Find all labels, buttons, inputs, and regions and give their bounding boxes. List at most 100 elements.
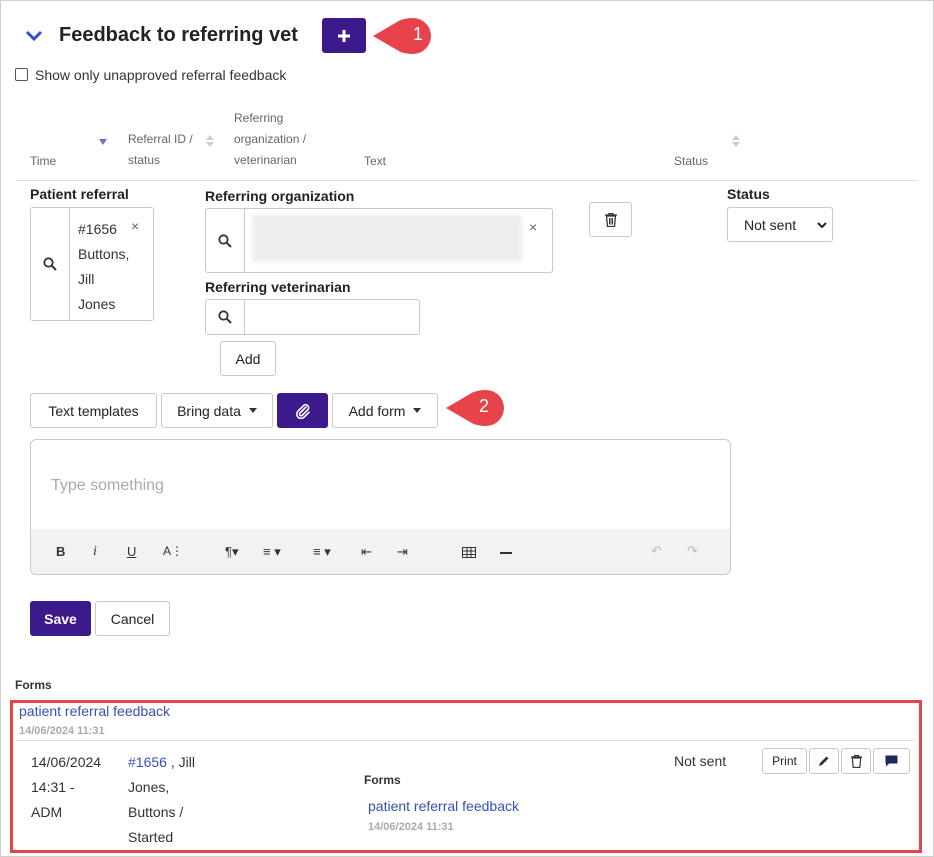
sort-icon[interactable]	[206, 134, 214, 148]
bring-data-button[interactable]: Bring data	[161, 393, 273, 428]
col-referring-org-l2: organization /	[234, 132, 307, 146]
attach-button[interactable]	[277, 393, 328, 428]
ordered-list-icon[interactable]: ≡ ▾	[263, 544, 281, 560]
chevron-down-icon[interactable]	[25, 30, 43, 42]
search-button[interactable]	[206, 300, 245, 334]
referring-vet-label: Referring veterinarian	[205, 279, 351, 295]
col-referral-id-l1: Referral ID /	[128, 132, 193, 146]
referring-vet-field[interactable]	[205, 299, 420, 335]
horizontal-rule-icon[interactable]	[500, 552, 512, 554]
caret-down-icon	[413, 408, 422, 413]
patient-referral-label: Patient referral	[30, 186, 129, 202]
status-label: Status	[727, 186, 770, 202]
search-icon	[218, 310, 232, 324]
delete-button[interactable]	[589, 202, 632, 237]
redacted-organization	[252, 215, 522, 262]
delete-row-button[interactable]	[841, 748, 871, 774]
patient-tag-l2: Buttons,	[78, 246, 130, 262]
row-status: Not sent	[674, 753, 727, 769]
row-referral-l3: Buttons /	[128, 804, 184, 820]
caret-down-icon	[248, 408, 257, 413]
col-referral-id[interactable]: Referral ID / status	[128, 129, 193, 171]
patient-tag-l3: Jill	[78, 271, 95, 287]
patient-referral-feedback-link[interactable]: patient referral feedback	[19, 703, 170, 719]
clear-org-icon[interactable]: ×	[529, 219, 537, 235]
indent-icon[interactable]: ⇥	[397, 544, 408, 560]
sort-icon[interactable]	[732, 134, 740, 148]
underline-icon[interactable]: U	[127, 544, 136, 559]
referring-org-label: Referring organization	[205, 188, 355, 204]
patient-tag: #1656 Buttons, Jill Jones	[78, 217, 129, 317]
table-icon[interactable]	[462, 547, 476, 558]
page-title: Feedback to referring vet	[59, 24, 298, 46]
italic-icon[interactable]: i	[93, 544, 97, 560]
outdent-icon[interactable]: ⇤	[361, 544, 372, 560]
trash-icon	[850, 754, 862, 768]
trash-icon	[604, 212, 617, 227]
patient-tag-l1: #1656	[78, 221, 117, 237]
show-unapproved-label: Show only unapproved referral feedback	[35, 67, 287, 83]
search-icon	[43, 257, 57, 271]
col-text: Text	[364, 154, 387, 168]
col-referring-org-l1: Referring	[234, 111, 284, 125]
remove-patient-icon[interactable]: ×	[131, 218, 139, 234]
search-button[interactable]	[31, 208, 70, 320]
callout-2-label: 2	[479, 396, 490, 416]
patient-referral-field[interactable]: #1656 Buttons, Jill Jones ×	[30, 207, 154, 321]
formatting-toolbar: B i U A⋮ ¶▾ ≡ ▾ ≡ ▾ ⇤ ⇥ ↶ ↷	[31, 529, 730, 574]
paragraph-icon[interactable]: ¶▾	[225, 544, 239, 560]
col-referring-org[interactable]: Referring organization / veterinarian	[234, 108, 306, 171]
bullet-list-icon[interactable]: ≡ ▾	[313, 544, 331, 560]
chevron-down-icon	[817, 222, 827, 229]
row-referral-l4: Started	[128, 829, 174, 845]
search-button[interactable]	[206, 209, 245, 272]
text-templates-button[interactable]: Text templates	[30, 393, 157, 428]
col-time[interactable]: Time	[30, 151, 56, 172]
cancel-button[interactable]: Cancel	[95, 601, 170, 636]
show-unapproved-checkbox[interactable]	[15, 68, 28, 81]
plus-icon	[338, 29, 350, 42]
sort-desc-icon[interactable]	[99, 139, 107, 146]
col-referring-org-l3: veterinarian	[234, 153, 297, 167]
pencil-icon	[819, 756, 829, 766]
referring-org-field[interactable]: ×	[205, 208, 553, 273]
font-size-icon[interactable]: A⋮	[163, 544, 183, 558]
save-button[interactable]: Save	[30, 601, 91, 636]
status-select[interactable]: Not sent	[727, 207, 833, 242]
row-forms-label: Forms	[364, 773, 401, 787]
add-form-button[interactable]: Add form	[332, 393, 438, 428]
referral-id-link[interactable]: #1656	[128, 754, 167, 770]
comment-button[interactable]	[873, 748, 910, 774]
row-form-timestamp: 14/06/2024 11:31	[368, 821, 454, 833]
callout-1	[373, 18, 431, 54]
paperclip-icon	[295, 403, 310, 419]
row-referral-l2: Jones,	[128, 779, 170, 795]
undo-icon[interactable]: ↶	[651, 543, 662, 559]
row-referral: #1656 , Jill Jones, Buttons / Started	[128, 750, 195, 850]
header-divider	[16, 180, 918, 181]
search-icon	[218, 233, 232, 248]
add-vet-button[interactable]: Add	[220, 341, 276, 376]
add-form-label: Add form	[348, 402, 406, 419]
form-timestamp: 14/06/2024 11:31	[19, 725, 105, 737]
row-form-link[interactable]: patient referral feedback	[368, 798, 519, 814]
row-time-l2: 14:31 -	[31, 779, 75, 795]
col-referral-id-l2: status	[128, 153, 161, 167]
edit-button[interactable]	[809, 748, 839, 774]
editor-placeholder: Type something	[51, 477, 164, 494]
col-status[interactable]: Status	[674, 151, 708, 172]
forms-heading: Forms	[15, 678, 52, 692]
bold-icon[interactable]: B	[56, 544, 65, 559]
patient-tag-l4: Jones	[78, 296, 116, 312]
print-button[interactable]: Print	[762, 748, 807, 774]
callout-1-label: 1	[413, 24, 424, 44]
comment-icon	[885, 755, 898, 767]
row-divider	[16, 740, 914, 741]
redo-icon[interactable]: ↷	[687, 543, 698, 559]
row-time-l3: ADM	[31, 804, 63, 820]
row-time: 14/06/2024 14:31 - ADM	[31, 750, 101, 825]
text-editor[interactable]: Type something B i U A⋮ ¶▾ ≡ ▾ ≡ ▾ ⇤ ⇥ ↶…	[30, 439, 731, 575]
add-feedback-button[interactable]	[322, 18, 366, 53]
status-select-value: Not sent	[744, 217, 797, 233]
row-referral-l1-rest: , Jill	[166, 754, 195, 770]
